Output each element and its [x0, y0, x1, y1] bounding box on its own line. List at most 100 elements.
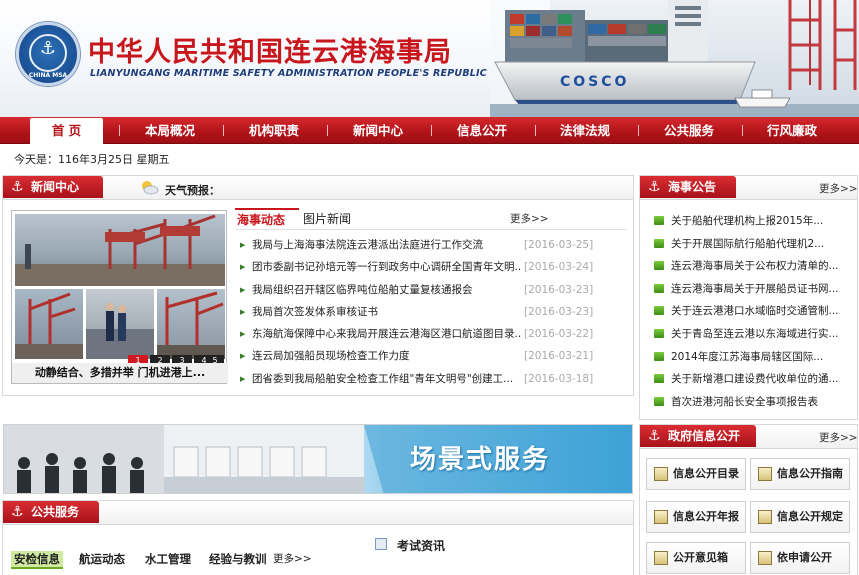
anchor-icon: ⚓ — [11, 179, 24, 195]
nav-item-functions[interactable]: 机构职责 — [234, 117, 314, 144]
nav-item-about[interactable]: 本局概况 — [130, 117, 210, 144]
list-item[interactable]: ▶ 团市委副书记孙培元等一行到政务中心调研全国青年文明... [2016-03-24… — [237, 256, 631, 278]
msa-logo[interactable]: ⚓ CHINA MSA — [16, 22, 80, 86]
list-item[interactable]: ▶ 我局首次签发体系审核证书 [2016-03-23] — [237, 301, 631, 323]
document-icon — [654, 551, 668, 565]
slideshow-photo-cranes — [15, 289, 83, 359]
gov-info-title: 政府信息公开 — [668, 429, 741, 443]
tab-inspection-info[interactable]: 安检信息 — [11, 551, 63, 569]
list-item[interactable]: 关于船舶代理机构上报2015年... — [654, 210, 854, 233]
date-bar: 今天是：116年3月25日 星期五 — [14, 153, 170, 166]
nav-separator — [742, 125, 743, 136]
weather-icon — [142, 181, 159, 195]
list-item[interactable]: 连云港海事局关于公布权力清单的... — [654, 255, 854, 278]
news-title[interactable]: 我局组织召开辖区临界吨位船舶丈量复核通报会 — [252, 279, 522, 301]
notice-title[interactable]: 关于船舶代理机构上报2015年... — [671, 210, 853, 232]
list-item[interactable]: 首次进港河船长安全事项报告表 — [654, 391, 854, 414]
news-date: [2016-03-23] — [524, 283, 594, 296]
document-icon — [758, 467, 772, 481]
list-item[interactable]: 关于连云港港口水域临时交通管制... — [654, 300, 854, 323]
opinion-box-button[interactable]: 公开意见箱 — [646, 542, 746, 574]
news-date: [2016-03-23] — [524, 305, 594, 318]
list-item[interactable]: 关于青岛至连云港以东海域进行实... — [654, 323, 854, 346]
tab-photo-news[interactable]: 图片新闻 — [303, 210, 351, 227]
gov-info-more-link[interactable]: 更多>> — [819, 430, 858, 445]
news-more-link[interactable]: 更多>> — [510, 211, 549, 226]
info-regulations-button[interactable]: 信息公开规定 — [750, 501, 850, 533]
news-date: [2016-03-25] — [524, 239, 594, 251]
list-item[interactable]: 关于开展国际航行船舶代理机2... — [654, 233, 854, 256]
tab-hydraulic-management[interactable]: 水工管理 — [145, 551, 191, 567]
nav-item-home[interactable]: 首 页 — [30, 118, 103, 144]
main-nav: 首 页 本局概况 机构职责 新闻中心 信息公开 法律法规 公共服务 行风廉政 — [0, 117, 859, 144]
list-item[interactable]: ▶ 我局组织召开辖区临界吨位船舶丈量复核通报会 [2016-03-23] — [237, 279, 631, 301]
bullet-icon: ▶ — [240, 307, 246, 316]
document-icon — [654, 467, 668, 481]
tab-shipping-news[interactable]: 航运动态 — [79, 551, 125, 567]
nav-item-public-service[interactable]: 公共服务 — [649, 117, 729, 144]
nav-separator — [431, 125, 432, 136]
notice-title[interactable]: 首次进港河船长安全事项报告表 — [671, 391, 853, 413]
info-guide-button[interactable]: 信息公开指南 — [750, 458, 850, 490]
button-label: 信息公开年报 — [673, 510, 739, 523]
public-service-panel: ⚓ 公共服务 安检信息 航运动态 水工管理 经验与教训 更多>> 考试资讯 — [2, 500, 634, 575]
bullet-icon: ▶ — [240, 241, 246, 249]
news-title[interactable]: 东海航海保障中心来我局开展连云港海区港口航道图目录... — [252, 323, 522, 345]
list-item[interactable]: ▶ 东海航海保障中心来我局开展连云港海区港口航道图目录... [2016-03-22… — [237, 323, 631, 345]
notice-title[interactable]: 关于青岛至连云港以东海域进行实... — [671, 323, 853, 345]
notices-more-link[interactable]: 更多>> — [819, 181, 858, 196]
notice-title[interactable]: 关于连云港港口水域临时交通管制... — [671, 300, 853, 322]
nav-item-integrity[interactable]: 行风廉政 — [752, 117, 832, 144]
info-annual-report-button[interactable]: 信息公开年报 — [646, 501, 746, 533]
nav-item-info-disclosure[interactable]: 信息公开 — [442, 117, 522, 144]
news-title[interactable]: 团省委到我局船舶安全检查工作组"青年文明号"创建工... — [252, 368, 522, 390]
news-title[interactable]: 我局首次签发体系审核证书 — [252, 301, 522, 323]
bullet-icon — [654, 328, 664, 338]
button-label: 公开意见箱 — [673, 551, 728, 564]
public-service-more-link[interactable]: 更多>> — [273, 551, 312, 566]
list-item[interactable]: ▶ 团省委到我局船舶安全检查工作组"青年文明号"创建工... [2016-03-18… — [237, 368, 631, 390]
nav-separator — [327, 125, 328, 136]
notice-title[interactable]: 关于开展国际航行船舶代理机2... — [671, 233, 853, 255]
public-service-title: 公共服务 — [31, 505, 80, 519]
bullet-icon — [654, 238, 664, 248]
list-item[interactable]: 2014年度江苏海事局辖区国际... — [654, 346, 854, 369]
bullet-icon: ▶ — [240, 374, 246, 383]
photo-news-slideshow[interactable]: 1 2 3 4 5 动静结合、多措并举 门机进港上... — [11, 210, 228, 384]
list-item[interactable]: 关于新增港口建设费代收单位的通... — [654, 368, 854, 391]
nav-item-news[interactable]: 新闻中心 — [338, 117, 418, 144]
button-label: 信息公开指南 — [777, 467, 843, 480]
ship-cosco-text: COSCO — [560, 74, 629, 90]
news-center-panel: ⚓ 新闻中心 天气预报： 1 2 3 4 5 动静结合、多措并举 门机进港上..… — [2, 175, 634, 396]
scene-service-banner[interactable]: 场景式服务 — [3, 424, 633, 494]
slideshow-caption[interactable]: 动静结合、多措并举 门机进港上... — [12, 363, 228, 383]
list-item[interactable]: ▶ 连云局加强船员现场检查工作力度 [2016-03-21] — [237, 345, 631, 367]
list-item[interactable]: ▶ 我局与上海海事法院连云港派出法庭进行工作交流 [2016-03-25] — [237, 234, 631, 256]
tab-maritime-news[interactable]: 海事动态 — [235, 208, 299, 228]
exam-info-title[interactable]: 考试资讯 — [397, 537, 445, 554]
bullet-icon — [654, 261, 664, 271]
notice-title[interactable]: 连云港海事局关于公布权力清单的... — [671, 255, 853, 277]
banner-text: 场景式服务 — [410, 445, 551, 475]
news-title[interactable]: 团市委副书记孙培元等一行到政务中心调研全国青年文明... — [252, 256, 522, 278]
logo-ring-text: CHINA MSA — [28, 72, 68, 79]
nav-item-laws[interactable]: 法律法规 — [545, 117, 625, 144]
document-icon — [758, 551, 772, 565]
notice-title[interactable]: 连云港海事局关于开展船员证书网... — [671, 278, 853, 300]
tab-experience-lessons[interactable]: 经验与教训 — [209, 551, 267, 567]
news-title[interactable]: 连云局加强船员现场检查工作力度 — [252, 345, 522, 367]
notice-title[interactable]: 关于新增港口建设费代收单位的通... — [671, 368, 853, 390]
button-label: 信息公开目录 — [673, 467, 739, 480]
info-catalog-button[interactable]: 信息公开目录 — [646, 458, 746, 490]
bullet-icon — [654, 283, 664, 293]
notices-title: 海事公告 — [668, 180, 717, 194]
news-title[interactable]: 我局与上海海事法院连云港派出法庭进行工作交流 — [252, 234, 522, 256]
apply-disclosure-button[interactable]: 依申请公开 — [750, 542, 850, 574]
notice-list: 关于船舶代理机构上报2015年... 关于开展国际航行船舶代理机2... 连云港… — [654, 210, 854, 413]
news-date: [2016-03-24] — [524, 261, 594, 274]
notice-title[interactable]: 2014年度江苏海事局辖区国际... — [671, 346, 853, 368]
list-item[interactable]: 连云港海事局关于开展船员证书网... — [654, 278, 854, 301]
news-center-title-tab: ⚓ 新闻中心 — [3, 176, 103, 198]
document-icon — [654, 510, 668, 524]
news-date: [2016-03-21] — [524, 350, 594, 363]
